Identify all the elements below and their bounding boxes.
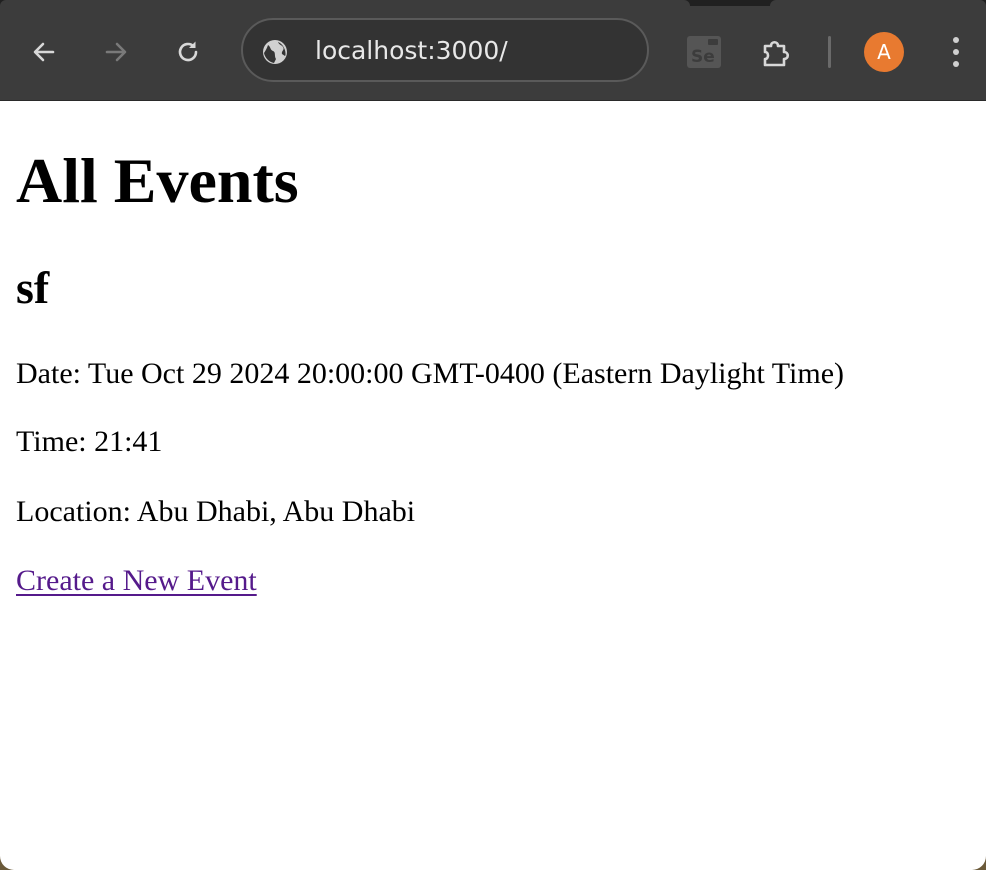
toolbar-divider — [828, 36, 831, 68]
puzzle-extensions-icon — [763, 40, 790, 67]
menu-dot — [953, 49, 959, 55]
url-text[interactable]: localhost:3000/ — [315, 35, 508, 67]
back-button[interactable] — [24, 32, 64, 72]
create-event-link[interactable]: Create a New Event — [16, 564, 257, 597]
profile-avatar[interactable]: A — [864, 32, 904, 72]
more-menu-icon[interactable] — [940, 32, 972, 72]
event-time: Time: 21:41 — [16, 425, 163, 458]
address-bar[interactable]: localhost:3000/ — [241, 18, 649, 82]
forward-arrow-icon — [105, 42, 127, 62]
globe-icon[interactable] — [261, 38, 289, 66]
browser-toolbar: localhost:3000/ Se A — [0, 0, 986, 101]
forward-button[interactable] — [96, 32, 136, 72]
reload-icon — [178, 41, 198, 62]
create-link-paragraph: Create a New Event — [16, 563, 257, 599]
extensions-button[interactable] — [756, 32, 796, 72]
tab-strip — [0, 0, 986, 6]
selenium-extension-icon[interactable]: Se — [687, 36, 721, 68]
event-title: sf — [16, 262, 50, 313]
page-title: All Events — [16, 145, 299, 216]
event-date: Date: Tue Oct 29 2024 20:00:00 GMT-0400 … — [16, 357, 845, 390]
extension-mark — [708, 39, 718, 45]
extension-label: Se — [691, 47, 715, 67]
menu-dot — [953, 37, 959, 43]
tab-edge[interactable] — [770, 0, 986, 6]
active-tab-edge[interactable] — [0, 0, 690, 6]
menu-dot — [953, 61, 959, 67]
event-location: Location: Abu Dhabi, Abu Dhabi — [16, 495, 416, 528]
reload-button[interactable] — [168, 32, 208, 72]
back-arrow-icon — [33, 42, 55, 62]
browser-window: localhost:3000/ Se A All Events sf Date:… — [0, 0, 986, 870]
